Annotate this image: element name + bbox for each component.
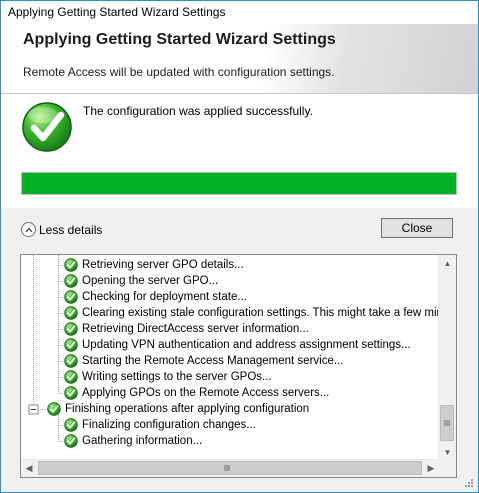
scroll-up-icon[interactable]: ▲ bbox=[439, 255, 456, 271]
horizontal-scroll-thumb[interactable] bbox=[38, 461, 422, 475]
tree-item-label: Checking for deployment state... bbox=[82, 291, 247, 303]
tree-item-label: Writing settings to the server GPOs... bbox=[82, 371, 272, 383]
progress-fill bbox=[22, 173, 456, 194]
check-circle-icon bbox=[47, 402, 61, 416]
check-circle-icon bbox=[64, 338, 78, 352]
check-circle-icon bbox=[64, 290, 78, 304]
tree-item[interactable]: Clearing existing stale configuration se… bbox=[64, 305, 457, 321]
page-title: Applying Getting Started Wizard Settings bbox=[23, 31, 336, 48]
tree-item[interactable]: Checking for deployment state... bbox=[64, 289, 247, 305]
less-details-label: Less details bbox=[39, 222, 103, 237]
tree-item[interactable]: Retrieving DirectAccess server informati… bbox=[64, 321, 309, 337]
check-circle-icon bbox=[64, 322, 78, 336]
tree-item[interactable]: Applying GPOs on the Remote Access serve… bbox=[64, 385, 329, 401]
close-button[interactable]: Close bbox=[381, 218, 453, 238]
tree-item[interactable]: Opening the server GPO... bbox=[64, 273, 218, 289]
tree-item-label: Gathering information... bbox=[82, 435, 203, 447]
wizard-window: Applying Getting Started Wizard Settings… bbox=[0, 0, 479, 493]
chevron-up-icon bbox=[21, 222, 36, 237]
details-tree[interactable]: Retrieving server GPO details... Opening … bbox=[20, 254, 457, 478]
check-circle-icon bbox=[64, 418, 78, 432]
collapse-node-icon[interactable] bbox=[28, 404, 39, 415]
scroll-down-icon[interactable]: ▼ bbox=[439, 444, 456, 460]
tree-item[interactable]: Writing settings to the server GPOs... bbox=[64, 369, 272, 385]
tree-item-label: Opening the server GPO... bbox=[82, 275, 219, 287]
check-circle-icon bbox=[64, 386, 78, 400]
tree-item-label: Applying GPOs on the Remote Access serve… bbox=[82, 387, 330, 399]
tree-item-label: Finalizing configuration changes... bbox=[82, 419, 256, 431]
resize-grip-icon[interactable] bbox=[465, 479, 473, 487]
tree-item[interactable]: Starting the Remote Access Management se… bbox=[64, 353, 343, 369]
tree-item-label: Updating VPN authentication and address … bbox=[82, 339, 411, 351]
check-circle-icon bbox=[64, 434, 78, 448]
tree-item[interactable]: Gathering information... bbox=[64, 433, 202, 449]
scroll-left-icon[interactable]: ◀ bbox=[21, 460, 37, 477]
status-message: The configuration was applied successful… bbox=[83, 104, 313, 118]
scroll-corner bbox=[439, 460, 456, 477]
check-circle-icon bbox=[64, 370, 78, 384]
success-check-icon bbox=[22, 102, 72, 152]
less-details-toggle[interactable]: Less details bbox=[21, 222, 102, 237]
check-circle-icon bbox=[64, 258, 78, 272]
status-area: The configuration was applied successful… bbox=[1, 94, 478, 208]
tree-item-label: Retrieving server GPO details... bbox=[82, 259, 244, 271]
check-circle-icon bbox=[64, 306, 78, 320]
wizard-header: Applying Getting Started Wizard Settings… bbox=[1, 24, 478, 93]
tree-item-label: Finishing operations after applying conf… bbox=[65, 403, 310, 415]
tree-item[interactable]: Finalizing configuration changes... bbox=[64, 417, 256, 433]
tree-item-label: Retrieving DirectAccess server informati… bbox=[82, 323, 309, 335]
scroll-right-icon[interactable]: ▶ bbox=[423, 460, 439, 477]
page-subtitle: Remote Access will be updated with confi… bbox=[23, 65, 335, 79]
vertical-scroll-thumb[interactable] bbox=[440, 405, 454, 441]
check-circle-icon bbox=[64, 354, 78, 368]
title-bar[interactable]: Applying Getting Started Wizard Settings bbox=[1, 1, 478, 24]
window-title: Applying Getting Started Wizard Settings bbox=[8, 5, 226, 19]
tree-item-label: Clearing existing stale configuration se… bbox=[82, 307, 457, 319]
tree-item[interactable]: Retrieving server GPO details... bbox=[64, 257, 244, 273]
tree-node[interactable]: Finishing operations after applying conf… bbox=[47, 401, 309, 417]
tree-item[interactable]: Updating VPN authentication and address … bbox=[64, 337, 411, 353]
check-circle-icon bbox=[64, 274, 78, 288]
progress-bar bbox=[21, 172, 457, 195]
tree-item-label: Starting the Remote Access Management se… bbox=[82, 355, 344, 367]
horizontal-scrollbar[interactable]: ◀ ▶ bbox=[21, 459, 439, 477]
vertical-scrollbar[interactable]: ▲ ▼ bbox=[438, 255, 456, 460]
